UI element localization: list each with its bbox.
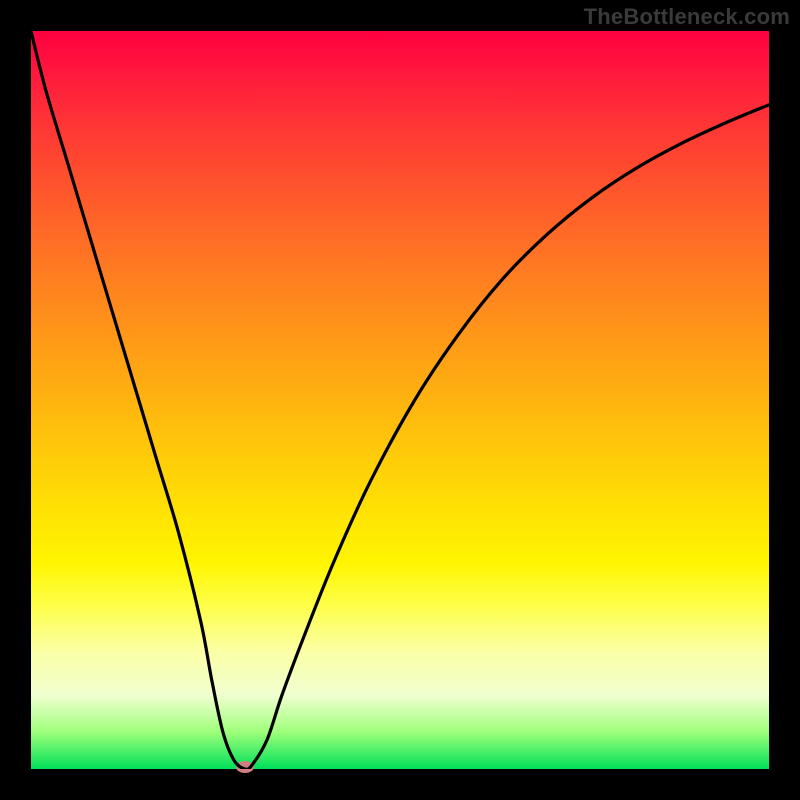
bottleneck-curve bbox=[31, 31, 769, 769]
plot-area bbox=[31, 31, 769, 769]
watermark-label: TheBottleneck.com bbox=[584, 4, 790, 30]
chart-frame: TheBottleneck.com bbox=[0, 0, 800, 800]
